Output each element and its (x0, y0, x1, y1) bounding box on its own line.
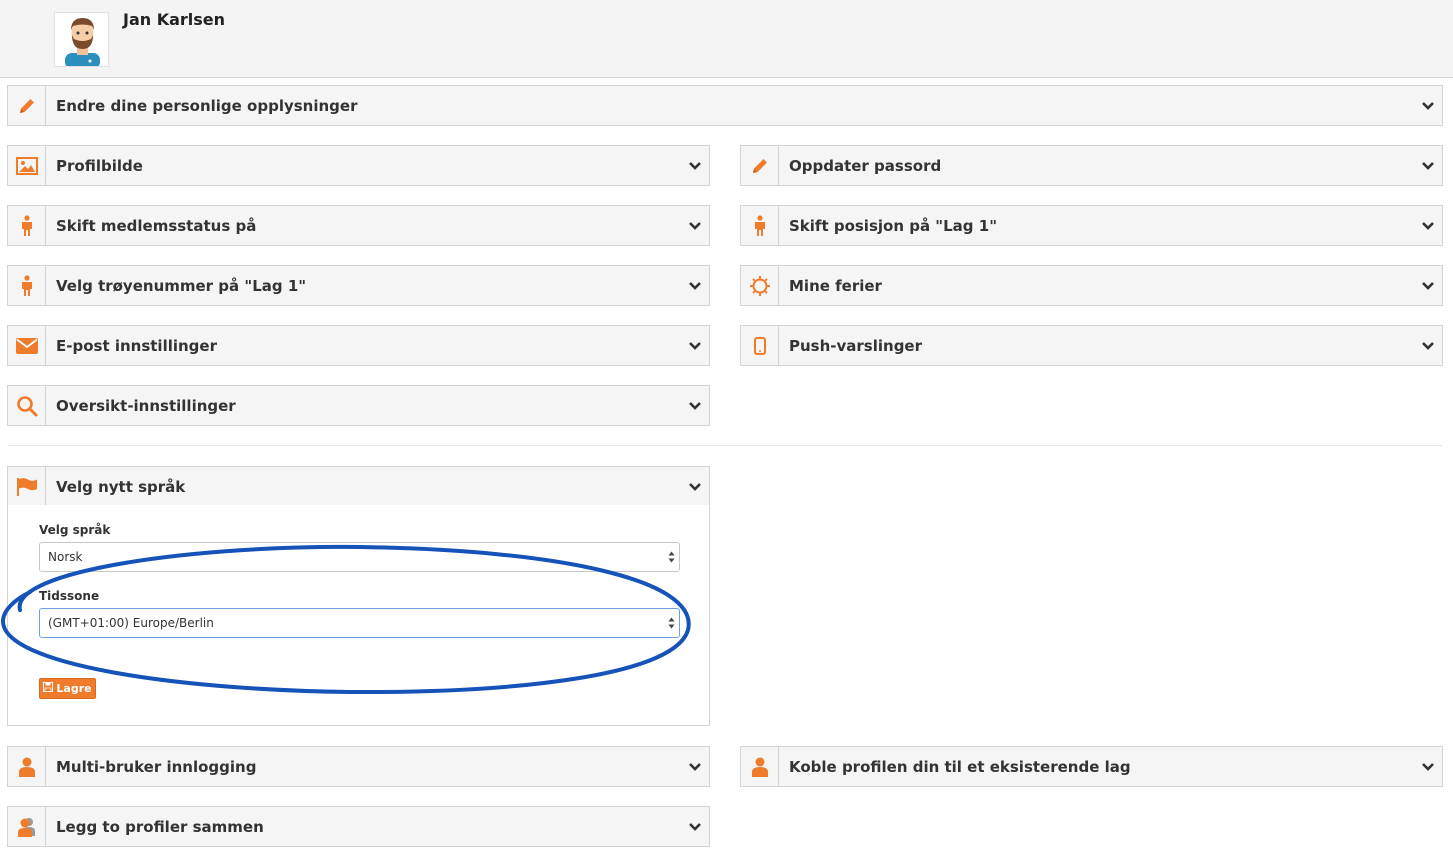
chevron-down-icon (681, 266, 709, 305)
panel-language[interactable]: Velg nytt språk (7, 466, 710, 507)
chevron-down-icon (681, 807, 709, 846)
chevron-down-icon (681, 206, 709, 245)
panel-label: Velg nytt språk (56, 477, 186, 496)
person-icon (8, 206, 46, 245)
chevron-down-icon (681, 326, 709, 365)
timezone-select-value: (GMT+01:00) Europe/Berlin (48, 616, 214, 630)
panel-label: E-post innstillinger (56, 336, 217, 355)
panel-label: Koble profilen din til et eksisterende l… (789, 757, 1131, 776)
panel-label: Mine ferier (789, 276, 882, 295)
panel-jersey-number[interactable]: Velg trøyenummer på "Lag 1" (7, 265, 710, 306)
select-arrows-icon (668, 550, 675, 567)
pencil-icon (8, 86, 46, 125)
chevron-down-icon (1414, 747, 1442, 786)
timezone-select[interactable]: (GMT+01:00) Europe/Berlin (39, 608, 680, 638)
panel-position[interactable]: Skift posisjon på "Lag 1" (740, 205, 1443, 246)
language-select-value: Norsk (48, 550, 83, 564)
language-select[interactable]: Norsk (39, 542, 680, 572)
panel-label: Skift medlemsstatus på (56, 216, 257, 235)
avatar (54, 12, 109, 67)
chevron-down-icon (1414, 86, 1442, 125)
language-label: Velg språk (39, 523, 111, 537)
panel-label: Velg trøyenummer på "Lag 1" (56, 276, 307, 295)
panel-profile-picture[interactable]: Profilbilde (7, 145, 710, 186)
save-button[interactable]: Lagre (39, 678, 96, 699)
timezone-label: Tidssone (39, 589, 100, 603)
section-divider (8, 445, 1442, 446)
profile-header: Jan Karlsen (0, 0, 1453, 78)
panel-email-settings[interactable]: E-post innstillinger (7, 325, 710, 366)
panel-push-notifications[interactable]: Push-varslinger (740, 325, 1443, 366)
panel-label: Push-varslinger (789, 336, 923, 355)
panel-label: Skift posisjon på "Lag 1" (789, 216, 998, 235)
user-icon (741, 747, 779, 786)
panel-merge-profiles[interactable]: Legg to profiler sammen (7, 806, 710, 847)
sun-icon (741, 266, 779, 305)
language-form: Velg språk Norsk Tidssone (GMT+01:00) Eu… (7, 505, 710, 726)
panel-update-password[interactable]: Oppdater passord (740, 145, 1443, 186)
users-icon (8, 807, 46, 846)
panel-member-status[interactable]: Skift medlemsstatus på (7, 205, 710, 246)
person-icon (8, 266, 46, 305)
chevron-down-icon (1414, 266, 1442, 305)
chevron-down-icon (681, 467, 709, 506)
search-icon (8, 386, 46, 425)
chevron-down-icon (681, 747, 709, 786)
save-button-label: Lagre (56, 682, 92, 695)
flag-icon (8, 467, 46, 506)
user-name: Jan Karlsen (123, 10, 226, 29)
panel-multi-user-login[interactable]: Multi-bruker innlogging (7, 746, 710, 787)
image-icon (8, 146, 46, 185)
pencil-icon (741, 146, 779, 185)
panel-label: Legg to profiler sammen (56, 817, 264, 836)
chevron-down-icon (1414, 146, 1442, 185)
person-icon (741, 206, 779, 245)
select-arrows-icon (668, 616, 675, 633)
panel-label: Endre dine personlige opplysninger (56, 96, 358, 115)
panel-personal-info[interactable]: Endre dine personlige opplysninger (7, 85, 1443, 126)
user-icon (8, 747, 46, 786)
panel-label: Profilbilde (56, 156, 143, 175)
chevron-down-icon (1414, 206, 1442, 245)
mobile-icon (741, 326, 779, 365)
panel-link-profile[interactable]: Koble profilen din til et eksisterende l… (740, 746, 1443, 787)
floppy-disk-icon (43, 682, 54, 695)
panel-overview-settings[interactable]: Oversikt-innstillinger (7, 385, 710, 426)
panel-holidays[interactable]: Mine ferier (740, 265, 1443, 306)
panel-label: Multi-bruker innlogging (56, 757, 257, 776)
chevron-down-icon (681, 146, 709, 185)
panel-label: Oppdater passord (789, 156, 942, 175)
envelope-icon (8, 326, 46, 365)
chevron-down-icon (681, 386, 709, 425)
panel-label: Oversikt-innstillinger (56, 396, 236, 415)
chevron-down-icon (1414, 326, 1442, 365)
